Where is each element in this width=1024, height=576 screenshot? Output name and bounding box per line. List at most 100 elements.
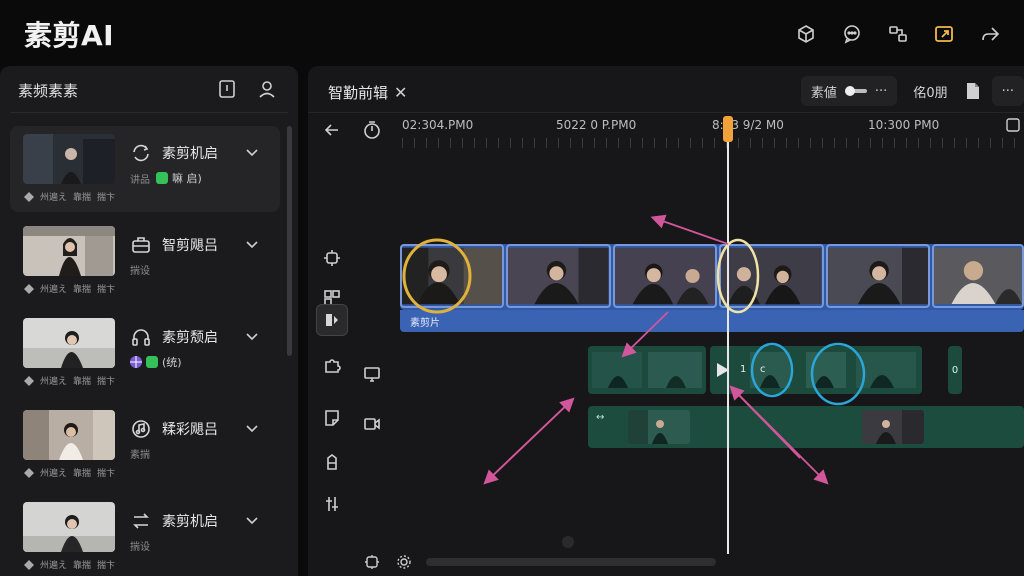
sticker-icon[interactable] bbox=[322, 408, 342, 428]
monitor-icon[interactable] bbox=[362, 364, 382, 384]
pin-icon bbox=[24, 559, 34, 570]
video-clip[interactable] bbox=[506, 244, 611, 308]
text-icon[interactable] bbox=[322, 452, 342, 472]
timeline-editor: 智勤前辑 ✕ 素値 ··· 佲0朋 ··· 02:304.PM0 5022 0 … bbox=[308, 66, 1024, 576]
media-panel: 素频素素 素剪机启 讲品 嘛 启) 州遍え 靠揣 揣卞 智剪飓吕 揣设 州遍え … bbox=[0, 66, 298, 576]
video-clip[interactable] bbox=[612, 244, 718, 308]
headphones-icon bbox=[132, 329, 150, 346]
clipboard-icon[interactable] bbox=[216, 78, 238, 100]
media-item[interactable]: 智剪飓吕 揣设 州遍え 靠揣 揣卞 bbox=[10, 218, 280, 304]
camera-icon[interactable] bbox=[362, 414, 382, 434]
meta-text: 靠揣 bbox=[73, 561, 92, 571]
cut-icon[interactable] bbox=[322, 248, 342, 268]
app-title: 素剪AI bbox=[24, 19, 115, 52]
timer-icon[interactable] bbox=[362, 120, 382, 140]
media-item-meta: 州遍え 靠揣 揣卞 bbox=[24, 282, 115, 295]
media-item-sub: 讲品 嘛 启) bbox=[130, 170, 202, 186]
toggle-switch[interactable] bbox=[844, 86, 867, 96]
playhead[interactable] bbox=[727, 122, 729, 554]
pin-icon bbox=[24, 375, 34, 386]
media-scrollbar[interactable] bbox=[287, 126, 292, 356]
video-thumbnail bbox=[23, 134, 115, 184]
media-item[interactable]: 素剪颓启 (统) 州遍え 靠揣 揣卞 bbox=[10, 310, 280, 396]
media-panel-title: 素频素素 bbox=[18, 82, 79, 100]
refresh-text-icon bbox=[133, 144, 149, 162]
media-item-sub-text: 讲品 bbox=[130, 174, 150, 186]
chevron-down-icon[interactable] bbox=[244, 328, 260, 344]
swap-icon bbox=[133, 513, 149, 529]
chevron-down-icon[interactable] bbox=[244, 144, 260, 160]
clip-marker: 1 bbox=[740, 364, 747, 375]
playhead-handle[interactable] bbox=[723, 116, 733, 142]
meta-text: 揣卞 bbox=[97, 469, 116, 479]
gear-icon[interactable] bbox=[396, 554, 412, 570]
video-clip[interactable] bbox=[825, 244, 931, 308]
expand-icon[interactable] bbox=[1006, 118, 1020, 132]
media-item-meta: 州遍え 靠揣 揣卞 bbox=[24, 558, 115, 571]
close-icon[interactable]: ✕ bbox=[394, 83, 407, 102]
export-box-icon[interactable] bbox=[930, 20, 958, 48]
audio-track-icon[interactable] bbox=[316, 304, 348, 336]
main-track-bar[interactable]: 素剪片 bbox=[400, 310, 1024, 332]
divider bbox=[308, 112, 1024, 113]
meta-text: 州遍え bbox=[40, 285, 68, 295]
chevron-down-icon[interactable] bbox=[244, 236, 260, 252]
export-button[interactable]: 佲0朋 bbox=[907, 82, 953, 101]
pin-icon bbox=[24, 467, 34, 478]
clip-thumbnail bbox=[862, 410, 924, 444]
document-icon[interactable] bbox=[964, 82, 982, 100]
chevron-down-icon[interactable] bbox=[244, 512, 260, 528]
more-button[interactable]: ··· bbox=[991, 76, 1024, 106]
puzzle-icon[interactable] bbox=[322, 356, 342, 376]
pill-more[interactable]: ··· bbox=[875, 84, 887, 99]
tab-smart-edit[interactable]: 智勤前辑 ✕ bbox=[328, 82, 407, 103]
status-badge: 嘛 启) bbox=[156, 170, 202, 186]
mini-clip[interactable]: 0 bbox=[948, 346, 962, 394]
settings-icon[interactable] bbox=[364, 554, 380, 570]
media-item-sub: (统) bbox=[130, 354, 182, 370]
media-item[interactable]: 素剪机启 揣设 州遍え 靠揣 揣卞 bbox=[10, 494, 280, 576]
chat-bubble-icon[interactable] bbox=[838, 20, 866, 48]
video-thumbnail bbox=[23, 410, 115, 460]
zoom-knob[interactable] bbox=[562, 536, 574, 548]
adjust-icon[interactable] bbox=[322, 494, 342, 514]
meta-text: 州遍え bbox=[40, 377, 68, 387]
meta-text: 揣卞 bbox=[97, 285, 116, 295]
share-nodes-icon[interactable] bbox=[884, 20, 912, 48]
color-wheel-icon bbox=[130, 356, 142, 368]
mode-toggle[interactable]: 素値 ··· bbox=[800, 76, 898, 106]
video-clip[interactable] bbox=[400, 244, 505, 308]
ruler-label: 02:304.PM0 bbox=[402, 118, 474, 132]
chevron-down-icon[interactable] bbox=[244, 420, 260, 436]
meta-text: 靠揣 bbox=[73, 285, 92, 295]
more-label: ··· bbox=[1001, 83, 1014, 99]
video-clip[interactable] bbox=[719, 244, 824, 308]
mode-label: 素値 bbox=[810, 85, 837, 101]
main-video-track[interactable] bbox=[400, 244, 1024, 310]
media-item-title: 素剪机启 bbox=[162, 514, 218, 530]
meta-text: 靠揣 bbox=[73, 377, 92, 387]
meta-text: 靠揣 bbox=[73, 469, 92, 479]
media-item-sub: 素揣 bbox=[130, 446, 150, 461]
back-arrow-icon[interactable] bbox=[322, 120, 342, 140]
video-thumbnail bbox=[23, 226, 115, 276]
media-item[interactable]: 素剪机启 讲品 嘛 启) 州遍え 靠揣 揣卞 bbox=[10, 126, 280, 212]
media-item-sub: 揣设 bbox=[130, 262, 150, 277]
media-item[interactable]: 糅彩飓吕 素揣 州遍え 靠揣 揣卞 bbox=[10, 402, 280, 488]
overlay-clip[interactable] bbox=[588, 346, 706, 394]
forward-arrow-icon[interactable] bbox=[976, 20, 1004, 48]
clip-marker: c bbox=[760, 364, 766, 375]
timeline-scrollbar[interactable] bbox=[426, 558, 716, 566]
pin-icon bbox=[24, 191, 34, 202]
video-clip[interactable] bbox=[932, 244, 1024, 308]
top-toolbar bbox=[792, 20, 1004, 48]
ruler-label: 10:300 PM0 bbox=[868, 118, 940, 132]
meta-text: 揣卞 bbox=[97, 193, 116, 203]
cube-icon[interactable] bbox=[792, 20, 820, 48]
audio-clip[interactable]: ↔ bbox=[588, 406, 1024, 448]
video-thumbnail bbox=[23, 318, 115, 368]
media-item-sub-text: 揣设 bbox=[130, 266, 150, 277]
meta-text: 揣卞 bbox=[97, 561, 116, 571]
user-icon[interactable] bbox=[256, 78, 278, 100]
editor-toolbar: 素値 ··· 佲0朋 ··· bbox=[800, 76, 1024, 106]
